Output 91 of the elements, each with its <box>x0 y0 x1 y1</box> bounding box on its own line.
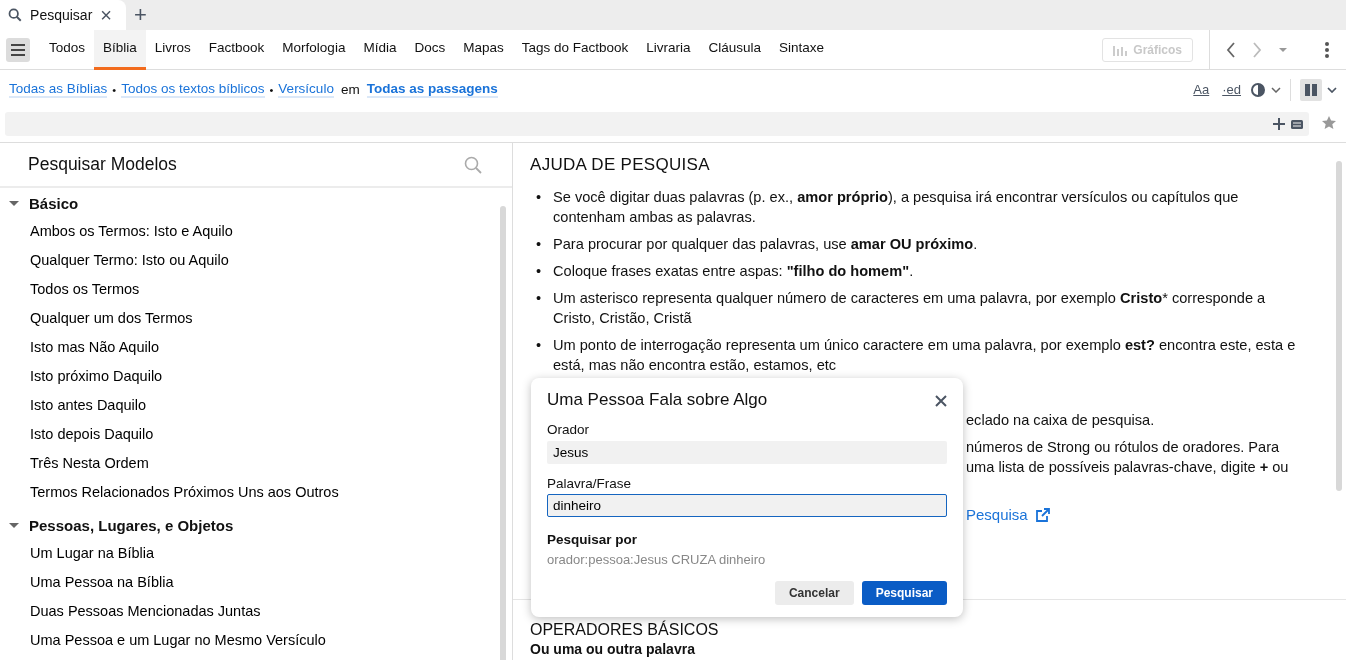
nav-tab[interactable]: Mídia <box>354 30 406 70</box>
template-item[interactable]: Isto depois Daquilo <box>0 420 154 449</box>
group-heading[interactable]: Pessoas, Lugares, e Objetos <box>29 514 234 538</box>
dialog-title: Uma Pessoa Fala sobre Algo <box>547 390 768 411</box>
field-label: Palavra/Frase <box>547 474 633 493</box>
group-heading[interactable]: Básico <box>29 192 79 216</box>
template-item[interactable]: Termos Relacionados Próximos Uns aos Outros <box>0 478 339 507</box>
template-item[interactable]: Isto antes Daquilo <box>0 391 147 420</box>
format-button[interactable]: Aa <box>1189 80 1214 100</box>
add-tab-button[interactable]: + <box>126 0 155 30</box>
separator: • <box>269 82 274 98</box>
help-text: Coloque frases exatas entre aspas: "filho do homem". <box>553 262 914 282</box>
field-label: Orador <box>547 421 591 440</box>
nav-tab[interactable]: Livros <box>145 30 200 70</box>
menu-button[interactable] <box>6 38 30 62</box>
template-item[interactable]: Duas Pessoas Mencionadas Juntas <box>0 597 261 626</box>
columns-icon <box>1304 83 1318 97</box>
nav-tab[interactable]: Sintaxe <box>770 30 834 70</box>
template-item[interactable]: Uma Pessoa na Bíblia <box>0 568 174 597</box>
nav-tab[interactable]: Docs <box>405 30 455 70</box>
expand-icon[interactable] <box>9 199 19 209</box>
section-title: OPERADORES BÁSICOS <box>530 621 720 640</box>
split-view-button[interactable] <box>1300 79 1322 101</box>
format-button[interactable]: ·ed <box>1218 80 1245 100</box>
close-button[interactable]: × <box>100 5 112 25</box>
help-text: Se você digitar duas palavras (p. ex., amor próprio), a pesquisa irá encontrar versículos ou capítulos que contenham ambas as palavras. <box>553 188 1240 228</box>
bullet-mark: • <box>536 188 543 208</box>
help-text: Para procurar por qualquer das palavras, use amar OU próximo. <box>553 235 978 255</box>
caret-icon[interactable] <box>1327 87 1337 93</box>
nav-tab[interactable]: Morfologia <box>273 30 355 70</box>
dropdown-icon[interactable] <box>1278 46 1288 53</box>
scope-link[interactable]: Todas as passagens <box>366 81 498 99</box>
template-item[interactable]: Isto mas Não Aquilo <box>0 333 159 362</box>
tab-label[interactable]: Pesquisar <box>30 4 93 26</box>
nav-tab[interactable]: Cláusula <box>699 30 771 70</box>
query-label: Pesquisar por <box>547 530 639 549</box>
close-icon <box>935 395 947 408</box>
menu-icon <box>10 43 26 57</box>
template-item[interactable]: Três Nesta Ordem <box>0 449 149 478</box>
search-field[interactable] <box>5 112 1309 136</box>
scope-link[interactable]: Todos os textos bíblicos <box>121 81 265 99</box>
panel-title: Pesquisar Modelos <box>28 154 177 175</box>
bullet-mark: • <box>536 289 543 309</box>
section-subheading: Ou uma ou outra palavra <box>530 641 696 658</box>
expand-icon[interactable] <box>9 521 19 531</box>
app-tab[interactable]: Pesquisar × <box>0 0 126 30</box>
star-icon[interactable] <box>1321 115 1337 131</box>
nav-tab[interactable]: Todos <box>40 30 95 70</box>
template-item[interactable]: Qualquer um dos Termos <box>0 304 193 333</box>
search-icon <box>8 7 23 23</box>
scrollbar[interactable] <box>1336 161 1342 491</box>
help-title: AJUDA DE PESQUISA <box>530 155 711 176</box>
external-link-icon <box>1035 508 1050 523</box>
template-item[interactable]: Qualquer Termo: Isto ou Aquilo <box>0 246 229 275</box>
bullet-mark: • <box>536 336 543 356</box>
caret-icon[interactable] <box>1271 87 1281 93</box>
search-button[interactable]: Pesquisar <box>861 580 947 605</box>
back-icon[interactable] <box>1226 41 1236 58</box>
nav-tab[interactable]: Mapas <box>454 30 513 70</box>
separator: • <box>112 82 117 98</box>
bullet-mark: • <box>536 235 543 255</box>
contrast-icon[interactable] <box>1250 82 1266 98</box>
template-item[interactable]: Ambos os Termos: Isto e Aquilo <box>0 217 233 246</box>
add-icon[interactable] <box>1273 118 1285 130</box>
nav-tab[interactable]: Tags do Factbook <box>512 30 638 70</box>
nav-tab[interactable]: Factbook <box>199 30 274 70</box>
scope-link[interactable]: Todas as Bíblias <box>9 81 108 99</box>
bar-chart-icon <box>1113 44 1128 56</box>
template-item[interactable]: Isto próximo Daquilo <box>0 362 163 391</box>
nav-tab[interactable]: Bíblia <box>94 30 146 70</box>
scrollbar[interactable] <box>500 206 506 660</box>
help-text: números de Strong ou rótulos de oradores. Para <box>966 438 1281 458</box>
template-item[interactable]: Uma Pessoa e um Lugar no Mesmo Versículo <box>0 626 326 655</box>
template-item[interactable]: Um Lugar na Bíblia <box>0 539 155 568</box>
template-item[interactable]: Todos os Termos <box>0 275 140 304</box>
help-text: Um asterisco representa qualquer número de caracteres em uma palavra, por exemplo Cristo* corresponde a Cristo, Cristão, Cristã <box>553 289 1267 329</box>
query-text: orador:pessoa:Jesus CRUZA dinheiro <box>547 551 767 570</box>
bullet-mark: • <box>536 262 543 282</box>
more-icon[interactable] <box>1324 40 1330 59</box>
help-text: uma lista de possíveis palavras-chave, digite + ou <box>966 458 1290 478</box>
input-field[interactable]: Jesus <box>547 440 947 464</box>
help-text: Um ponto de interrogação representa um único caractere em uma palavra, por exemplo est? encontra este, esta e está, mas não encontra estão, estamos, etc <box>553 336 1297 376</box>
close-button[interactable] <box>935 393 947 408</box>
input-field[interactable]: dinheiro <box>547 493 947 517</box>
nav-tab[interactable]: Livraria <box>637 30 700 70</box>
scope-text: em <box>340 80 360 99</box>
help-text: eclado na caixa de pesquisa. <box>966 411 1156 431</box>
help-link[interactable]: Pesquisa <box>966 505 1050 526</box>
keyboard-icon[interactable] <box>1291 119 1303 129</box>
scope-link[interactable]: Versículo <box>278 81 334 99</box>
cancel-button[interactable]: Cancelar <box>774 580 854 605</box>
